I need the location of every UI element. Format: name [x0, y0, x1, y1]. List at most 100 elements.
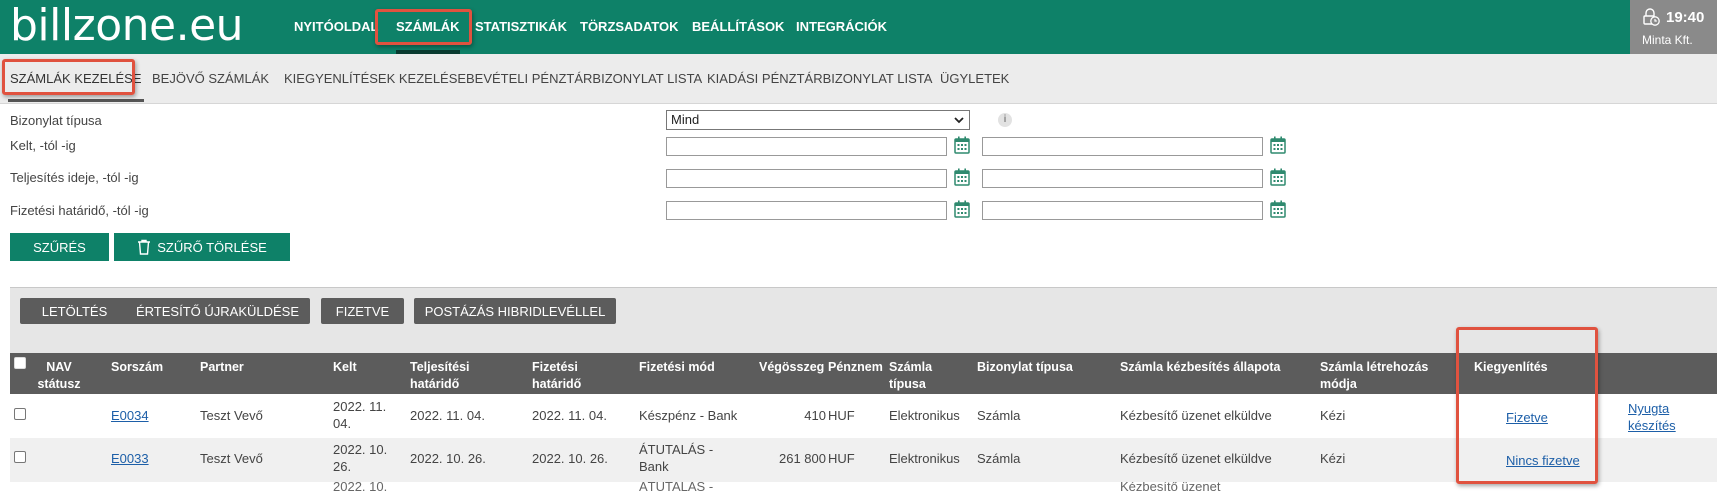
issued-cell: 2022. 10. 26.: [333, 442, 388, 474]
fulfillment-to-input[interactable]: [982, 169, 1263, 188]
tab-expense-cash-receipts[interactable]: KIADÁSI PÉNZTÁRBIZONYLAT LISTA: [707, 54, 932, 104]
issued-label: Kelt, -tól -ig: [10, 138, 76, 153]
sub-nav: SZÁMLÁK KEZELÉSE BEJÖVŐ SZÁMLÁK KIEGYENL…: [0, 54, 1717, 104]
filter-button-label: SZŰRÉS: [33, 239, 86, 255]
col-delivery-status[interactable]: Számla kézbesítés állapota: [1120, 359, 1281, 376]
row-checkbox[interactable]: [14, 451, 26, 463]
total-cell: 410: [804, 408, 826, 423]
doc-type-select[interactable]: Mind: [666, 110, 970, 130]
col-doc-type[interactable]: Bizonylat típusa: [977, 359, 1073, 376]
doc-type-label: Bizonylat típusa: [10, 113, 102, 128]
calendar-icon[interactable]: [1270, 200, 1286, 218]
settlement-paid-link[interactable]: Fizetve: [1506, 409, 1548, 426]
mark-paid-button[interactable]: FIZETVE: [321, 298, 404, 324]
payment-method-cell: ÁTUTALÁS -: [639, 482, 714, 493]
col-number[interactable]: Sorszám: [111, 359, 163, 376]
due-to-input[interactable]: [982, 201, 1263, 220]
col-creation-method[interactable]: Számla létrehozás módja: [1320, 359, 1428, 393]
fulfillment-cell: 2022. 10. 26.: [410, 451, 486, 466]
top-bar: billzone.eu NYITÓOLDAL SZÁMLÁK STATISZTI…: [0, 0, 1717, 54]
calendar-icon[interactable]: [1270, 168, 1286, 186]
col-settlement[interactable]: Kiegyenlítés: [1474, 359, 1548, 376]
settlement-unpaid-link[interactable]: Nincs fizetve: [1506, 452, 1580, 469]
tab-invoice-management[interactable]: SZÁMLÁK KEZELÉSE: [8, 54, 143, 104]
row-checkbox[interactable]: [14, 408, 26, 420]
payment-method-cell: ÁTUTALÁS - Bank: [639, 442, 714, 474]
nav-item-invoices[interactable]: SZÁMLÁK: [396, 0, 460, 54]
nav-item-master-data[interactable]: TÖRZSADATOK: [580, 0, 678, 54]
due-cell: 2022. 10. 26.: [532, 451, 608, 466]
col-invoice-type[interactable]: Számla típusa: [889, 359, 932, 393]
issued-from-input[interactable]: [666, 137, 947, 156]
invoice-type-cell: Elektronikus: [889, 408, 960, 423]
hybrid-mail-button[interactable]: POSTÁZÁS HIBRIDLEVÉLLEL: [414, 298, 616, 324]
select-all-checkbox[interactable]: [14, 357, 26, 369]
company-name: Minta Kft.: [1642, 33, 1693, 47]
session-time: 19:40: [1666, 9, 1705, 26]
mark-paid-label: FIZETVE: [335, 303, 390, 319]
due-from-input[interactable]: [666, 201, 947, 220]
due-cell: 2022. 11. 04.: [532, 408, 607, 423]
calendar-icon[interactable]: [954, 200, 970, 218]
calendar-icon[interactable]: [954, 136, 970, 154]
nav-item-integrations[interactable]: INTEGRÁCIÓK: [796, 0, 887, 54]
partner-cell: Teszt Vevő: [200, 408, 263, 423]
invoice-number-link[interactable]: E0034: [111, 407, 149, 424]
col-fulfillment[interactable]: Teljesítési határidő: [410, 359, 470, 393]
doc-type-value: Mind: [671, 112, 700, 127]
total-cell: 261 800: [779, 451, 826, 466]
resend-notification-button[interactable]: ÉRTESÍTŐ ÚJRAKÜLDÉSE: [125, 298, 310, 324]
col-issued[interactable]: Kelt: [333, 359, 357, 376]
table-row: E0033 Teszt Vevő 2022. 10. 26. 2022. 10. …: [10, 438, 1717, 482]
clear-filter-label: SZŰRŐ TÖRLÉSE: [157, 239, 267, 255]
tab-transactions[interactable]: ÜGYLETEK: [940, 54, 1009, 104]
lock-clock-icon: [1643, 8, 1660, 26]
col-nav-status[interactable]: NAV státusz: [36, 359, 82, 393]
resend-label: ÉRTESÍTŐ ÚJRAKÜLDÉSE: [135, 303, 300, 319]
creation-method-cell: Kézi: [1320, 451, 1346, 466]
invoice-type-cell: Elektronikus: [889, 451, 960, 466]
filter-button[interactable]: SZŰRÉS: [10, 233, 109, 261]
table-header: NAV státusz Sorszám Partner Kelt Teljesít…: [10, 353, 1717, 394]
fulfillment-from-input[interactable]: [666, 169, 947, 188]
download-button[interactable]: LETÖLTÉS: [20, 298, 129, 324]
delivery-status-cell: Kézbesítő üzenet elküldve: [1120, 408, 1272, 423]
col-currency[interactable]: Pénznem: [828, 359, 883, 376]
clear-filter-button[interactable]: SZŰRŐ TÖRLÉSE: [114, 233, 290, 261]
chevron-down-icon: [954, 117, 964, 124]
tab-settlements[interactable]: KIEGYENLÍTÉSEK KEZELÉSE: [284, 54, 466, 104]
receipt-create-link[interactable]: Nyugta készítés: [1628, 400, 1676, 434]
col-total[interactable]: Végösszeg: [759, 359, 824, 376]
payment-method-cell: Készpénz - Bank: [639, 408, 738, 423]
calendar-icon[interactable]: [1270, 136, 1286, 154]
invoice-number-link[interactable]: E0033: [111, 450, 149, 467]
col-partner[interactable]: Partner: [200, 359, 244, 376]
table-row: 2022. 10. ÁTUTALÁS - Kézbesítő üzenet: [10, 482, 1717, 493]
doc-type-cell: Számla: [977, 408, 1021, 423]
nav-item-home[interactable]: NYITÓOLDAL: [294, 0, 379, 54]
issued-to-input[interactable]: [982, 137, 1263, 156]
col-due[interactable]: Fizetési határidő: [532, 359, 581, 393]
currency-cell: HUF: [828, 408, 855, 423]
logo[interactable]: billzone.eu: [10, 2, 244, 50]
currency-cell: HUF: [828, 451, 855, 466]
download-label: LETÖLTÉS: [41, 303, 108, 319]
fulfillment-label: Teljesítés ideje, -tól -ig: [10, 170, 139, 185]
fulfillment-cell: 2022. 11. 04.: [410, 408, 485, 423]
calendar-icon[interactable]: [954, 168, 970, 186]
issued-cell: 2022. 10.: [333, 482, 388, 493]
doc-type-cell: Számla: [977, 451, 1021, 466]
trash-icon: [138, 239, 151, 255]
table-row: E0034 Teszt Vevő 2022. 11. 04. 2022. 11. …: [10, 394, 1717, 438]
delivery-status-cell: Kézbesítő üzenet: [1120, 482, 1221, 493]
session-box[interactable]: 19:40 Minta Kft.: [1630, 0, 1717, 54]
issued-cell: 2022. 11. 04.: [333, 399, 387, 431]
col-payment-method[interactable]: Fizetési mód: [639, 359, 715, 376]
nav-item-statistics[interactable]: STATISZTIKÁK: [475, 0, 567, 54]
tab-incoming-invoices[interactable]: BEJÖVŐ SZÁMLÁK: [152, 54, 269, 104]
nav-item-settings[interactable]: BEÁLLÍTÁSOK: [692, 0, 784, 54]
tab-income-cash-receipts[interactable]: BEVÉTELI PÉNZTÁRBIZONYLAT LISTA: [466, 54, 702, 104]
info-icon[interactable]: i: [998, 113, 1012, 127]
delivery-status-cell: Kézbesítő üzenet elküldve: [1120, 451, 1272, 466]
due-label: Fizetési határidő, -tól -ig: [10, 203, 149, 218]
